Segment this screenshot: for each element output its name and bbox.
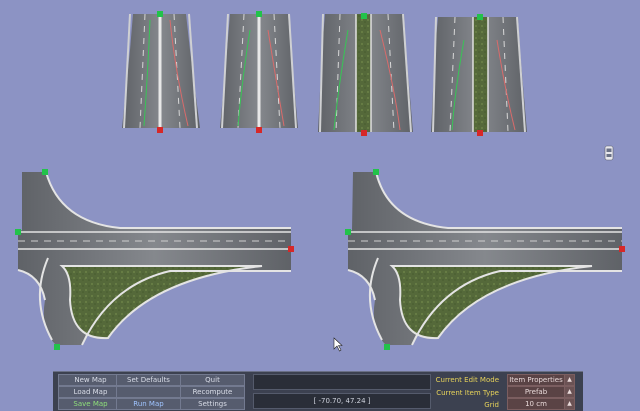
up-triangle-icon[interactable]: ▲ (564, 374, 575, 386)
save-map-button[interactable]: Save Map (58, 398, 123, 410)
load-map-button[interactable]: Load Map (58, 386, 123, 398)
editor-toolbar: New Map Load Map Save Map Set Defaults R… (53, 371, 583, 411)
start-node[interactable] (345, 229, 351, 235)
start-node[interactable] (54, 344, 60, 350)
car-icon[interactable] (604, 145, 614, 161)
end-node[interactable] (361, 130, 367, 136)
prefab-road-piece-2[interactable] (220, 11, 298, 133)
start-node[interactable] (477, 14, 483, 20)
prefab-road-piece-3[interactable] (318, 13, 413, 136)
item-type-select[interactable]: Prefab (507, 386, 565, 398)
prefab-road-piece-1[interactable] (122, 11, 200, 133)
end-node[interactable] (288, 246, 294, 252)
start-node[interactable] (384, 344, 390, 350)
prefab-junction-left[interactable] (15, 169, 294, 350)
start-node[interactable] (256, 11, 262, 17)
prefab-junction-right[interactable] (345, 169, 625, 350)
prefab-road-piece-4[interactable] (431, 14, 527, 136)
run-map-button[interactable]: Run Map (116, 398, 181, 410)
item-type-label: Current Item Type (436, 389, 499, 397)
settings-button[interactable]: Settings (180, 398, 245, 410)
set-defaults-button[interactable]: Set Defaults (116, 374, 181, 386)
start-node[interactable] (42, 169, 48, 175)
start-node[interactable] (15, 229, 21, 235)
quit-button[interactable]: Quit (180, 374, 245, 386)
start-node[interactable] (157, 11, 163, 17)
map-viewport[interactable] (0, 0, 640, 410)
new-map-button[interactable]: New Map (58, 374, 123, 386)
end-node[interactable] (477, 130, 483, 136)
edit-mode-label: Current Edit Mode (435, 376, 499, 384)
up-triangle-icon[interactable]: ▲ (564, 398, 575, 410)
start-node[interactable] (361, 13, 367, 19)
grid-label: Grid (484, 401, 499, 409)
end-node[interactable] (256, 127, 262, 133)
end-node[interactable] (157, 127, 163, 133)
mouse-cursor-icon (333, 337, 343, 352)
up-triangle-icon[interactable]: ▲ (564, 386, 575, 398)
grid-select[interactable]: 10 cm (507, 398, 565, 410)
end-node[interactable] (619, 246, 625, 252)
recompute-button[interactable]: Recompute (180, 386, 245, 398)
recompute-button-spacer (116, 386, 181, 398)
start-node[interactable] (373, 169, 379, 175)
edit-mode-select[interactable]: Item Properties (507, 374, 565, 386)
